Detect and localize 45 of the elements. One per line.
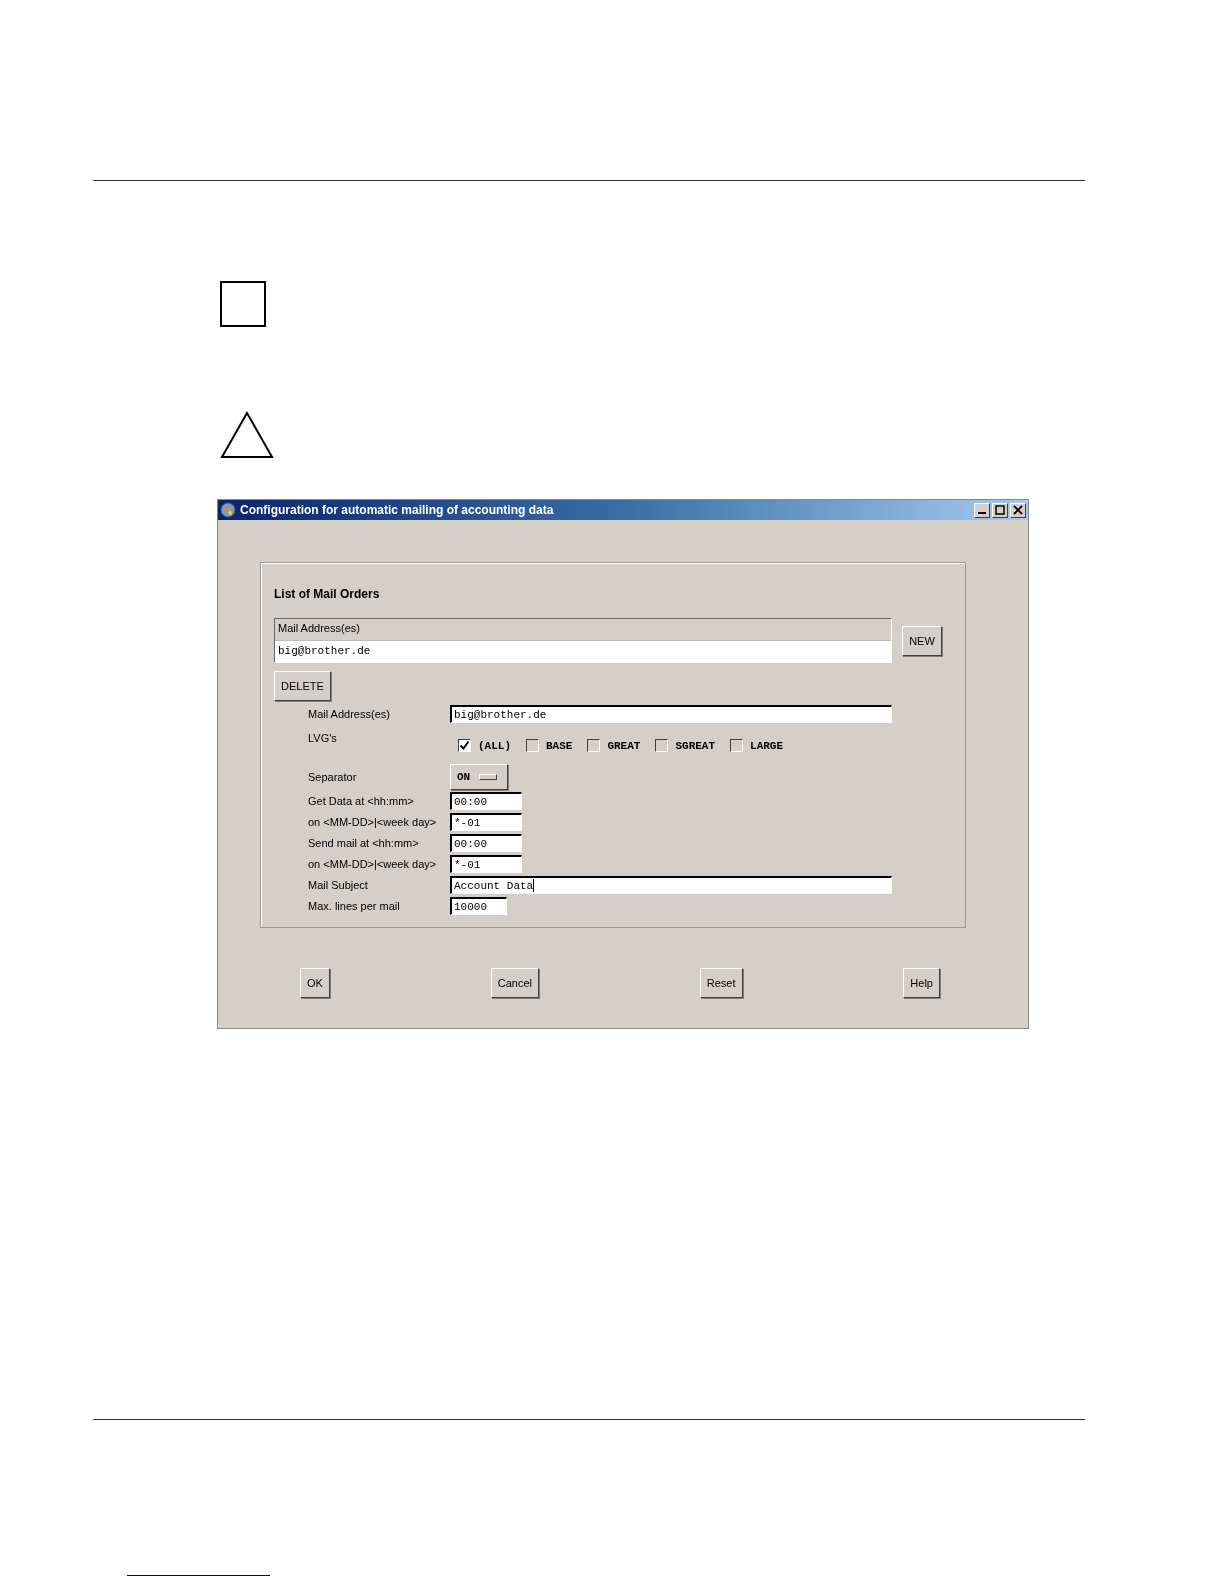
field-label: Mail Subject — [308, 878, 369, 891]
input-field[interactable]: *-01 — [450, 855, 522, 873]
minimize-button[interactable] — [974, 502, 990, 518]
field-label: Separator — [308, 770, 358, 783]
dialog-button[interactable]: OK — [300, 968, 330, 998]
checkbox[interactable] — [730, 739, 744, 752]
field-label: Send mail at <hh:mm> — [308, 836, 420, 849]
input-field[interactable]: 00:00 — [450, 834, 522, 852]
checkbox-label: SGREAT — [675, 739, 716, 752]
checkbox-label: (ALL) — [478, 739, 511, 752]
delete-button[interactable]: DELETE — [274, 671, 331, 701]
input-field[interactable]: Account Data — [450, 876, 892, 894]
square-icon — [220, 281, 266, 327]
input-field[interactable]: *-01 — [450, 813, 522, 831]
checkbox-label: LARGE — [750, 739, 784, 752]
checkbox-label: BASE — [546, 739, 573, 752]
field-label: Mail Address(es) — [308, 707, 391, 720]
close-button[interactable] — [1010, 502, 1026, 518]
list-item[interactable]: big@brother.de — [275, 641, 891, 662]
dialog-button[interactable]: Reset — [699, 968, 743, 998]
field-label: on <MM-DD>|<week day> — [308, 857, 438, 870]
new-button[interactable]: NEW — [902, 625, 942, 656]
window-title: Configuration for automatic mailing of accounting data — [240, 503, 555, 517]
input-field[interactable]: big@brother.de — [450, 705, 892, 723]
maximize-button[interactable] — [992, 502, 1008, 518]
dialog-button[interactable]: Cancel — [490, 968, 540, 998]
checkbox[interactable] — [526, 739, 539, 752]
maximize-icon — [995, 505, 1005, 515]
close-icon — [1013, 505, 1023, 515]
toggle-button[interactable]: ON — [450, 764, 508, 790]
field-label: Max. lines per mail — [308, 899, 401, 912]
checkbox[interactable] — [587, 739, 601, 752]
dialog-button[interactable]: Help — [903, 968, 940, 998]
input-field[interactable]: 00:00 — [450, 792, 522, 810]
globe-icon — [220, 502, 236, 518]
checkbox[interactable] — [458, 739, 471, 752]
minimize-icon — [978, 512, 986, 514]
field-label: LVG's — [308, 731, 338, 744]
triangle-icon — [220, 411, 274, 459]
input-field[interactable]: 10000 — [450, 897, 507, 915]
section-heading: List of Mail Orders — [274, 587, 381, 601]
checkbox-label: GREAT — [607, 739, 641, 752]
field-label: Get Data at <hh:mm> — [308, 794, 415, 807]
field-label: on <MM-DD>|<week day> — [308, 815, 438, 828]
checkbox[interactable] — [655, 739, 669, 752]
